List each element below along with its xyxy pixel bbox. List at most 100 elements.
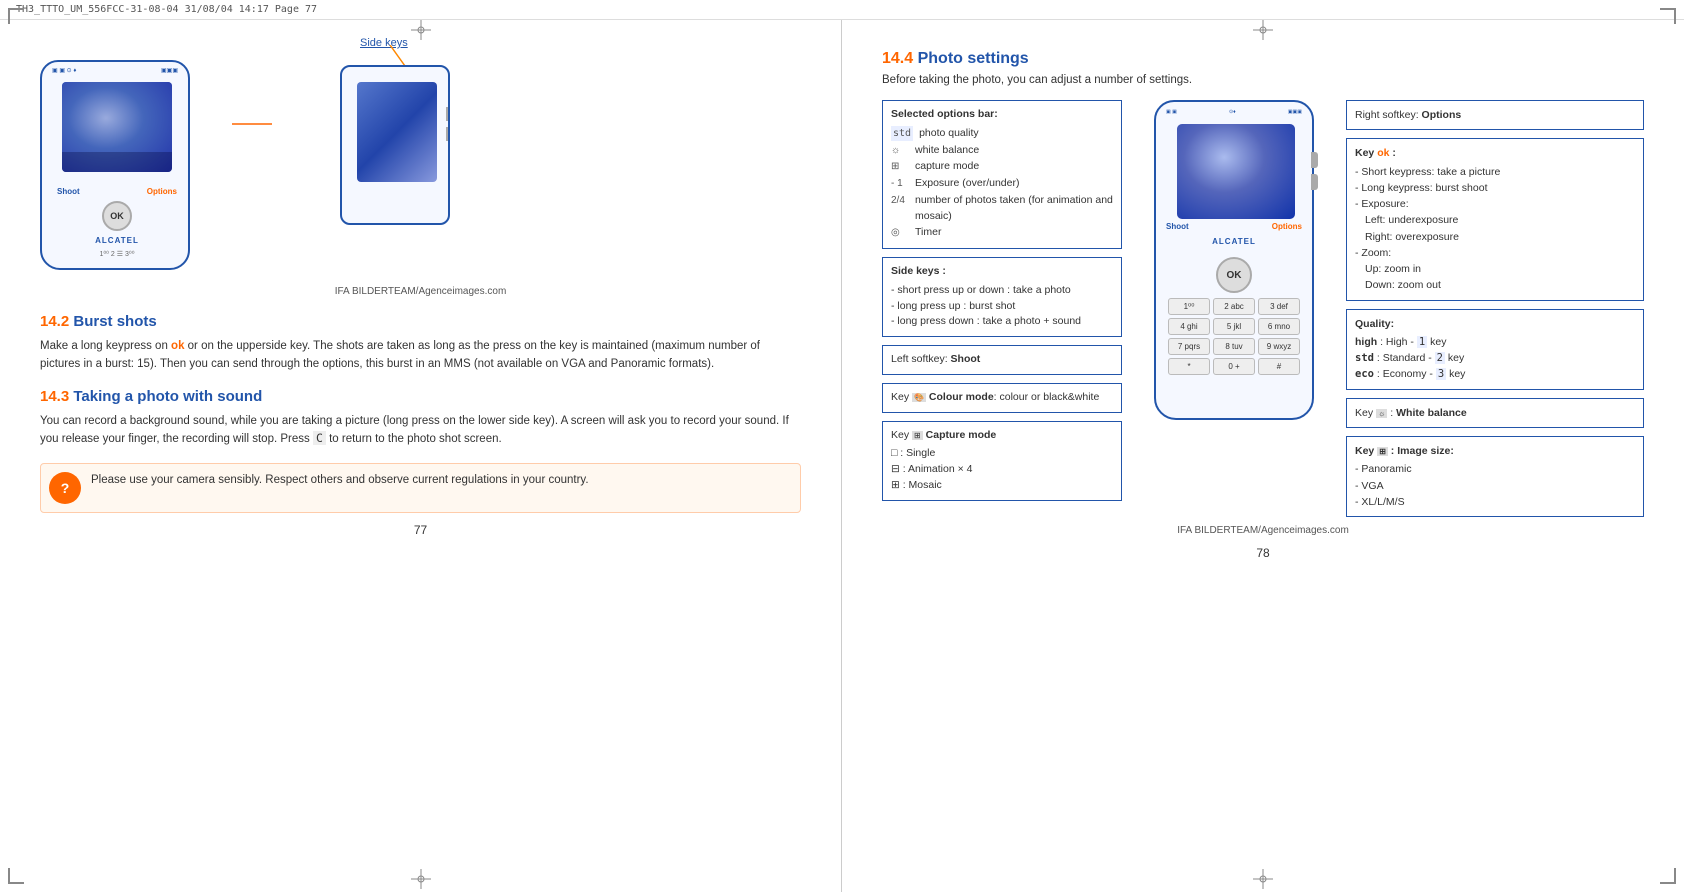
ok-zoom-up: Up: zoom in [1355,261,1635,277]
left-image-area: ▣ ▣ ⊙ ♦ ▣▣▣ Shoot Options OK ALCATEL 1⁰⁰ [40,60,801,270]
key-hash: # [1258,358,1300,375]
section-14-3: 14.3 Taking a photo with sound You can r… [40,388,801,450]
std-icon: std [891,126,913,141]
key-star: * [1168,358,1210,375]
ok-long-press: - Long keypress: burst shoot [1355,180,1635,196]
ok-exposure-left: Left: underexposure [1355,212,1635,228]
quality-box: Quality: high : High - 1 key std : Stand… [1346,309,1644,390]
warning-box: ? Please use your camera sensibly. Respe… [40,463,801,513]
crosshair-top-right [1253,20,1273,43]
right-softkey-box: Right softkey: Options [1346,100,1644,130]
num-grid: 1⁰⁰ 2 abc 3 def 4 ghi 5 jkl 6 mno 7 pqrs… [1168,298,1300,375]
ok-key-title: Key ok : [1355,145,1635,161]
side-key-row-3: - long press down : take a photo + sound [891,314,1113,330]
right-content-area: Selected options bar: std photo quality … [882,100,1644,517]
ann-row-photos-count: 2/4 number of photos taken (for animatio… [891,193,1113,225]
side-keys-title: Side keys : [891,264,1113,280]
capture-single: □ : Single [891,446,1113,462]
quality-title: Quality: [1355,316,1635,332]
ok-button-center: OK [1216,257,1252,293]
warning-text: Please use your camera sensibly. Respect… [91,472,589,490]
page-right: 14.4 Photo settings Before taking the ph… [842,20,1684,892]
phone-body-center: ▣ ▣ ⊙♦ ▣▣▣ Shoot Options ALCATEL [1154,100,1314,420]
side-keys-box: Side keys : - short press up or down : t… [882,257,1122,337]
white-balance-box: Key ☼ : White balance [1346,398,1644,428]
side-key-row-2: - long press up : burst shot [891,299,1113,315]
image-size-box: Key ⊞ : Image size: - Panoramic - VGA - … [1346,436,1644,517]
key-4: 4 ghi [1168,318,1210,335]
left-softkey-label: Shoot [951,353,981,365]
annotation-boxes-left: Selected options bar: std photo quality … [882,100,1122,517]
side-key-upper [1311,152,1318,168]
ann-row-white-balance: ☼ white balance [891,143,1113,159]
shoot-options-center: Shoot Options [1166,222,1302,231]
key-6: 6 mno [1258,318,1300,335]
timer-icon: ◎ [891,225,909,240]
ann-row-exposure: - 1 Exposure (over/under) [891,176,1113,192]
image-size-xl: - XL/L/M/S [1355,494,1635,510]
alcatel-logo-center: ALCATEL [1156,237,1312,246]
center-phone-image: ▣ ▣ ⊙♦ ▣▣▣ Shoot Options ALCATEL [1134,100,1334,517]
side-key-row-1: - short press up or down : take a photo [891,283,1113,299]
quality-std: std : Standard - 2 key [1355,350,1635,366]
colour-key-icon: 🎨 [912,393,926,402]
svg-text:?: ? [61,480,70,496]
ok-zoom: - Zoom: [1355,245,1635,261]
key-2: 2 abc [1213,298,1255,315]
key-7: 7 pqrs [1168,338,1210,355]
crosshair-bottom-left [411,869,431,892]
left-image-credit: IFA BILDERTEAM/Agenceimages.com [40,286,801,297]
white-balance-text: White balance [1396,407,1467,419]
ann-row-capture: ⊞ capture mode [891,159,1113,175]
image-size-vga: - VGA [1355,478,1635,494]
section-14-4-intro: Before taking the photo, you can adjust … [882,74,1644,86]
exposure-icon: - 1 [891,176,909,191]
ann-row-quality: std photo quality [891,126,1113,142]
section-14-2-title: 14.2 Burst shots [40,313,801,330]
section-14-2-body: Make a long keypress on ok or on the upp… [40,338,801,374]
key-3: 3 def [1258,298,1300,315]
selected-options-title: Selected options bar: [891,107,1113,123]
header-bar: TH3_TTTO_UM_556FCC-31-08-04 31/08/04 14:… [0,0,1684,20]
side-key-lower [1311,174,1318,190]
quality-high: high : High - 1 key [1355,334,1635,350]
warning-icon: ? [49,472,81,504]
page-number-left: 77 [40,523,801,537]
image-size-title: Key ⊞ : Image size: [1355,443,1635,459]
left-softkey-box: Left softkey: Shoot [882,345,1122,375]
crosshair-bottom-right [1253,869,1273,892]
page-left: ▣ ▣ ⊙ ♦ ▣▣▣ Shoot Options OK ALCATEL 1⁰⁰ [0,20,842,892]
phone-image-right [340,65,450,225]
ok-zoom-down: Down: zoom out [1355,277,1635,293]
quality-eco: eco : Economy - 3 key [1355,366,1635,382]
ok-exposure-right: Right: overexposure [1355,229,1635,245]
right-image-credit: IFA BILDERTEAM/Agenceimages.com [882,525,1644,536]
colour-mode-label: Colour mode [929,391,994,403]
capture-key-title: Key ⊞ Capture mode [891,428,1113,444]
keypad-area: OK 1⁰⁰ 2 abc 3 def 4 ghi 5 jkl 6 mno 7 p… [1168,257,1300,375]
ok-key-box: Key ok : - Short keypress: take a pictur… [1346,138,1644,300]
header-text: TH3_TTTO_UM_556FCC-31-08-04 31/08/04 14:… [16,4,317,15]
section-14-4-title: 14.4 Photo settings [882,50,1644,68]
colour-key-box: Key 🎨 Colour mode: colour or black&white [882,383,1122,413]
capture-icon: ⊞ [891,159,909,174]
page-number-right: 78 [882,546,1644,560]
crosshair-top-left [411,20,431,43]
capture-mosaic: ⊞ : Mosaic [891,478,1113,494]
section-14-2: 14.2 Burst shots Make a long keypress on… [40,313,801,374]
white-balance-icon: ☼ [891,143,909,158]
key-9: 9 wxyz [1258,338,1300,355]
capture-mode-box: Key ⊞ Capture mode □ : Single ⊟ : Animat… [882,421,1122,501]
section-14-3-title: 14.3 Taking a photo with sound [40,388,801,405]
key-1: 1⁰⁰ [1168,298,1210,315]
selected-options-box: Selected options bar: std photo quality … [882,100,1122,249]
right-softkey-label: Options [1422,109,1462,121]
ann-row-timer: ◎ Timer [891,225,1113,241]
phone-image-left: ▣ ▣ ⊙ ♦ ▣▣▣ Shoot Options OK ALCATEL 1⁰⁰ [40,60,190,270]
capture-animation: ⊟ : Animation × 4 [891,462,1113,478]
info-boxes-right: Right softkey: Options Key ok : - Short … [1346,100,1644,517]
white-balance-label: Key ☼ : [1355,407,1396,419]
ok-short-press: - Short keypress: take a picture [1355,164,1635,180]
key-5: 5 jkl [1213,318,1255,335]
ok-exposure: - Exposure: [1355,196,1635,212]
